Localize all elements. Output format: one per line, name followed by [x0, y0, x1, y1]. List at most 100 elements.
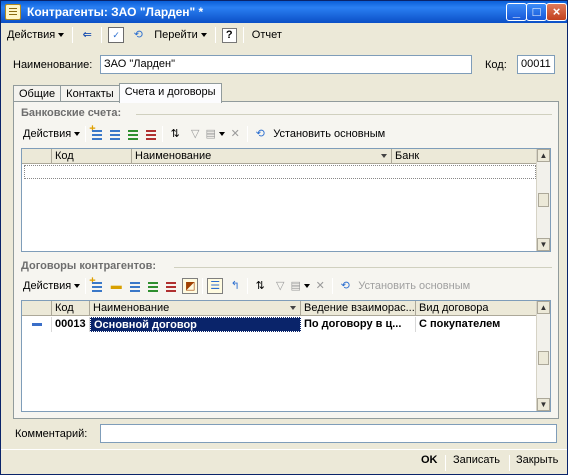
minimize-button[interactable]: _ [506, 3, 527, 21]
filter-list-icon[interactable]: ▤ [291, 278, 308, 294]
edit-row-icon[interactable] [145, 278, 161, 294]
title-bar[interactable]: Контрагенты: ЗАО "Ларден" * _ □ × [1, 1, 567, 23]
save-button[interactable]: Записать [453, 454, 500, 466]
comment-label: Комментарий: [15, 428, 88, 440]
goto-menu-button[interactable]: Перейти [150, 26, 211, 44]
toolbar-separator [202, 278, 204, 294]
column-header-name[interactable]: Наименование [90, 301, 301, 316]
toolbar-separator [101, 27, 103, 43]
contracts-title: Договоры контрагентов: [21, 260, 157, 272]
contracts-actions-menu-button[interactable]: Действия [20, 277, 83, 295]
add-folder-icon[interactable]: ▬ [108, 278, 124, 294]
level-up-icon[interactable]: ↰ [227, 278, 243, 294]
scroll-thumb[interactable] [538, 351, 549, 365]
section-divider [136, 114, 552, 115]
document-icon [5, 4, 21, 20]
filter-icon[interactable]: ▽ [272, 278, 288, 294]
filter-list-icon[interactable]: ▤ [206, 126, 223, 142]
contracts-scrollbar[interactable]: ▲ ▼ [536, 301, 550, 411]
cell-settlement[interactable]: По договору в ц... [301, 317, 416, 332]
refresh-icon[interactable]: ⟲ [130, 27, 146, 43]
name-label: Наименование: [13, 59, 93, 71]
clear-filter-icon[interactable]: ✕ [312, 278, 328, 294]
row-marker [22, 317, 52, 332]
footer-separator [509, 455, 510, 471]
table-row[interactable]: 00013 Основной договор По договору в ц..… [22, 317, 537, 332]
cell-code[interactable]: 00013 [52, 317, 90, 332]
name-field[interactable]: ЗАО "Ларден" [100, 55, 472, 74]
sort-icon[interactable]: ⇅ [252, 278, 268, 294]
section-divider [174, 267, 552, 268]
copy-row-icon[interactable] [127, 278, 143, 294]
tab-panel: Банковские счета: Действия ⇅ ▽ ▤ ✕ ⟲ Уст… [13, 101, 559, 419]
toolbar-separator [214, 27, 216, 43]
column-header-name[interactable]: Наименование [132, 149, 392, 164]
toolbar-separator [85, 278, 87, 294]
comment-field[interactable] [100, 424, 557, 443]
counterparty-window: Контрагенты: ЗАО "Ларден" * _ □ × Действ… [0, 0, 568, 475]
maximize-button[interactable]: □ [526, 3, 547, 21]
refresh-list-icon[interactable]: ⟲ [337, 278, 353, 294]
contracts-header: Код Наименование Ведение взаиморас... Ви… [22, 301, 537, 316]
edit-list-icon[interactable]: ✓ [108, 27, 125, 43]
bank-accounts-header: Код Наименование Банк [22, 149, 537, 164]
close-window-button[interactable]: × [546, 3, 567, 21]
column-header-bank[interactable]: Банк [392, 149, 537, 164]
scroll-up-icon[interactable]: ▲ [537, 301, 550, 314]
back-arrow-icon[interactable]: ⇐ [79, 27, 95, 43]
bank-set-main-button[interactable]: Установить основным [270, 125, 388, 143]
main-toolbar: Действия ⇐ ✓ ⟲ Перейти ? Отчет [3, 25, 565, 45]
edit-row-icon[interactable] [125, 126, 141, 142]
scroll-down-icon[interactable]: ▼ [537, 238, 550, 251]
toolbar-separator [247, 278, 249, 294]
window-title: Контрагенты: ЗАО "Ларден" * [27, 5, 204, 19]
scroll-up-icon[interactable]: ▲ [537, 149, 550, 162]
bank-actions-menu-button[interactable]: Действия [20, 125, 83, 143]
empty-row[interactable] [24, 165, 536, 179]
help-icon[interactable]: ? [221, 27, 237, 43]
column-header-settlement[interactable]: Ведение взаиморас... [301, 301, 416, 316]
bank-accounts-table[interactable]: Код Наименование Банк ▲ ▼ [21, 148, 551, 252]
tab-strip: Общие Контакты Счета и договоры [13, 83, 222, 103]
hierarchy-icon[interactable]: ☰ [207, 278, 224, 294]
sort-icon[interactable]: ⇅ [167, 126, 183, 142]
toolbar-separator [332, 278, 334, 294]
refresh-list-icon[interactable]: ⟲ [252, 126, 268, 142]
contracts-set-main-button[interactable]: Установить основным [355, 277, 473, 295]
scroll-thumb[interactable] [538, 193, 549, 207]
toolbar-separator [242, 27, 244, 43]
add-row-icon[interactable] [89, 275, 105, 294]
filter-icon[interactable]: ▽ [187, 126, 203, 142]
code-field[interactable]: 00011 [517, 55, 555, 74]
tab-accounts-contracts[interactable]: Счета и договоры [118, 83, 222, 103]
footer-bar: OK Записать Закрыть [1, 449, 567, 475]
ok-button[interactable]: OK [421, 454, 438, 466]
bank-accounts-title: Банковские счета: [21, 107, 122, 119]
toolbar-separator [162, 126, 164, 142]
column-header-code[interactable]: Код [52, 149, 132, 164]
delete-row-icon[interactable] [163, 278, 179, 294]
row-marker-column [22, 149, 52, 164]
column-header-code[interactable]: Код [52, 301, 90, 316]
actions-menu-button[interactable]: Действия [3, 26, 68, 44]
close-button[interactable]: Закрыть [516, 454, 558, 466]
toolbar-separator [85, 126, 87, 142]
cell-contract-kind[interactable]: С покупателем [416, 317, 537, 332]
scroll-down-icon[interactable]: ▼ [537, 398, 550, 411]
copy-row-icon[interactable] [107, 126, 123, 142]
mark-deletion-icon[interactable]: ◩ [182, 278, 199, 294]
bank-accounts-scrollbar[interactable]: ▲ ▼ [536, 149, 550, 251]
item-icon [31, 323, 42, 326]
cell-name[interactable]: Основной договор [90, 317, 301, 332]
contracts-table[interactable]: Код Наименование Ведение взаиморас... Ви… [21, 300, 551, 412]
clear-filter-icon[interactable]: ✕ [227, 126, 243, 142]
footer-separator [445, 455, 446, 471]
toolbar-separator [72, 27, 74, 43]
report-button[interactable]: Отчет [248, 26, 286, 44]
delete-row-icon[interactable] [143, 126, 159, 142]
column-header-contract-kind[interactable]: Вид договора [416, 301, 537, 316]
add-row-icon[interactable] [89, 123, 105, 142]
row-marker-column [22, 301, 52, 316]
contracts-toolbar: Действия ▬ ◩ ☰ ↰ ⇅ ▽ ▤ ✕ ⟲ Установить ос… [20, 275, 473, 296]
code-label: Код: [485, 59, 507, 71]
